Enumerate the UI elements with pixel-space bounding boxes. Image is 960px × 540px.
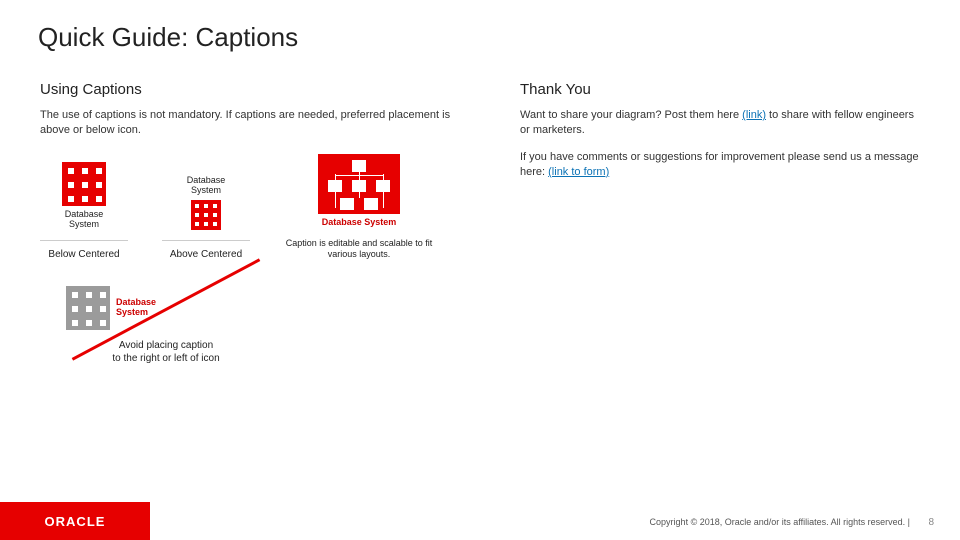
content-columns: Using Captions The use of captions is no…	[0, 53, 960, 365]
divider	[162, 240, 250, 241]
right-p2: If you have comments or suggestions for …	[520, 150, 922, 180]
example-wide: Database System Caption is editable and …	[284, 154, 434, 260]
oracle-logo: ORACLE	[0, 502, 150, 540]
database-icon	[191, 200, 221, 230]
feedback-link[interactable]: (link to form)	[548, 166, 609, 178]
examples-row: Database System Below Centered Database …	[40, 154, 480, 260]
right-column: Thank You Want to share your diagram? Po…	[520, 81, 922, 365]
label-below: Below Centered	[48, 249, 119, 260]
database-icon	[62, 162, 106, 206]
caption-wide: Database System	[322, 218, 397, 228]
example-above-centered: Database System Above Centered	[162, 176, 250, 260]
right-p1: Want to share your diagram? Post them he…	[520, 108, 922, 138]
right-heading: Thank You	[520, 81, 922, 98]
label-above: Above Centered	[170, 249, 242, 260]
left-column: Using Captions The use of captions is no…	[40, 81, 480, 365]
page-number: 8	[928, 517, 934, 528]
note-wide: Caption is editable and scalable to fit …	[284, 238, 434, 261]
slide-page: Quick Guide: Captions Using Captions The…	[0, 0, 960, 540]
share-link[interactable]: (link)	[742, 109, 766, 121]
p1-pre: Want to share your diagram? Post them he…	[520, 109, 742, 121]
divider	[40, 240, 128, 241]
footer-right: Copyright © 2018, Oracle and/or its affi…	[650, 512, 934, 530]
page-title: Quick Guide: Captions	[0, 0, 960, 53]
network-icon	[318, 154, 400, 214]
footer: ORACLE Copyright © 2018, Oracle and/or i…	[0, 502, 960, 540]
example-avoid: Database System Avoid placing caption to…	[66, 286, 266, 365]
avoid-icon-group: Database System	[66, 286, 266, 330]
copyright: Copyright © 2018, Oracle and/or its affi…	[650, 517, 910, 527]
example-below-centered: Database System Below Centered	[40, 162, 128, 260]
caption-below: Database System	[65, 210, 104, 230]
caption-side: Database System	[116, 298, 156, 318]
caption-above: Database System	[187, 176, 226, 196]
database-icon-gray	[66, 286, 110, 330]
left-body: The use of captions is not mandatory. If…	[40, 108, 480, 138]
left-heading: Using Captions	[40, 81, 480, 98]
